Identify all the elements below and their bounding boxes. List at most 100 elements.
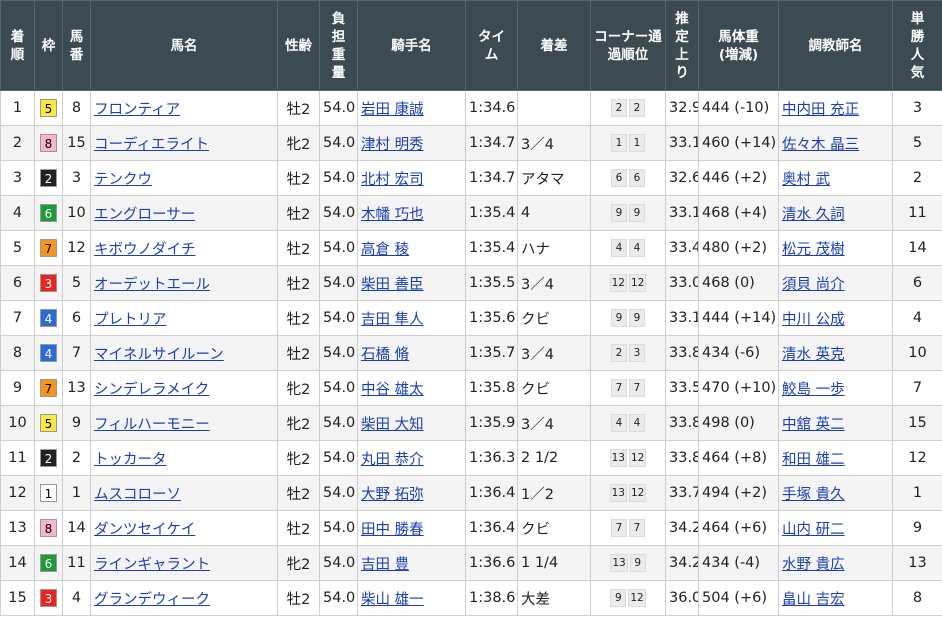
trainer-link[interactable]: 須貝 尚介 xyxy=(782,277,845,293)
corner-position-2: 12 xyxy=(629,449,647,467)
horse-number-cell: 15 xyxy=(62,125,91,161)
header-horse: 馬名 xyxy=(90,0,278,91)
body-weight-cell: 446 (+2) xyxy=(698,160,779,196)
horse-name-link[interactable]: コーディエライト xyxy=(94,137,209,153)
margin-cell: 大差 xyxy=(517,580,591,616)
jockey-link[interactable]: 大野 拓弥 xyxy=(361,487,424,503)
horse-name-link[interactable]: エングローサー xyxy=(94,207,195,223)
jockey-link[interactable]: 田中 勝春 xyxy=(361,522,424,538)
horse-name-cell: シンデレラメイク xyxy=(90,370,278,406)
waku-cell: 4 xyxy=(34,300,63,336)
trainer-link[interactable]: 水野 貴広 xyxy=(782,557,845,573)
horse-name-link[interactable]: オーデットエール xyxy=(94,277,210,293)
popularity-cell: 14 xyxy=(892,230,942,266)
horse-number-cell: 5 xyxy=(62,265,91,301)
trainer-link[interactable]: 清水 久詞 xyxy=(782,207,845,223)
body-weight-cell: 464 (+6) xyxy=(698,510,779,546)
jockey-cell: 石橋 脩 xyxy=(357,335,466,371)
jockey-link[interactable]: 岩田 康誠 xyxy=(361,102,424,118)
horse-name-link[interactable]: ムスコローソ xyxy=(94,487,181,503)
horse-name-link[interactable]: ダンツセイケイ xyxy=(94,522,195,538)
last3f-cell: 33.5 xyxy=(665,370,699,406)
time-cell: 1:34.7 xyxy=(465,125,518,161)
corner-position-2: 12 xyxy=(629,484,647,502)
last3f-cell: 34.2 xyxy=(665,510,699,546)
horse-name-link[interactable]: フィルハーモニー xyxy=(94,417,210,433)
jockey-link[interactable]: 津村 明秀 xyxy=(361,137,424,153)
horse-name-cell: エングローサー xyxy=(90,195,278,231)
body-weight-cell: 468 (0) xyxy=(698,265,779,301)
sex-age-cell: 牝2 xyxy=(277,545,320,581)
jockey-cell: 柴田 大知 xyxy=(357,405,466,441)
table-row: 9 7 13 シンデレラメイク 牝2 54.0 中谷 雄太 1:35.8 クビ 7 7 33.5 470… xyxy=(0,370,942,406)
time-cell: 1:36.3 xyxy=(465,440,518,476)
trainer-link[interactable]: 清水 英克 xyxy=(782,347,845,363)
jockey-link[interactable]: 柴田 大知 xyxy=(361,417,424,433)
corner-cell: 44 xyxy=(590,405,666,441)
margin-cell: 2 1/2 xyxy=(517,440,591,476)
waku-badge: 4 xyxy=(40,344,57,362)
popularity-cell: 11 xyxy=(892,195,942,231)
corner-position-1: 6 xyxy=(611,169,627,187)
sex-age-cell: 牝2 xyxy=(277,440,320,476)
jockey-link[interactable]: 柴山 雄一 xyxy=(361,592,424,608)
corner-position-2: 9 xyxy=(629,204,645,222)
trainer-cell: 山内 研二 xyxy=(778,510,893,546)
trainer-link[interactable]: 鮫島 一歩 xyxy=(782,382,845,398)
trainer-link[interactable]: 中内田 充正 xyxy=(782,102,859,118)
horse-name-link[interactable]: シンデレラメイク xyxy=(94,382,209,398)
horse-name-cell: ムスコローソ xyxy=(90,475,278,511)
corner-position-1: 13 xyxy=(609,484,627,502)
trainer-link[interactable]: 和田 雄二 xyxy=(782,452,845,468)
horse-name-link[interactable]: ラインギャラント xyxy=(94,557,210,573)
horse-name-link[interactable]: フロンティア xyxy=(94,102,180,118)
horse-name-link[interactable]: キボウノダイチ xyxy=(94,242,196,258)
trainer-link[interactable]: 山内 研二 xyxy=(782,522,845,538)
header-row: 着順 枠 馬番 馬名 性齢 負担重量 騎手名 タイム 着差 コーナー通過順位 推… xyxy=(0,0,942,91)
horse-name-link[interactable]: プレトリア xyxy=(94,312,167,328)
jockey-cell: 田中 勝春 xyxy=(357,510,466,546)
horse-name-link[interactable]: トッカータ xyxy=(94,452,167,468)
jockey-link[interactable]: 中谷 雄太 xyxy=(361,382,424,398)
corner-position-2: 4 xyxy=(629,239,645,257)
trainer-link[interactable]: 中川 公成 xyxy=(782,312,845,328)
trainer-link[interactable]: 畠山 吉宏 xyxy=(782,592,845,608)
jockey-link[interactable]: 北村 宏司 xyxy=(361,172,424,188)
trainer-link[interactable]: 手塚 貴久 xyxy=(782,487,845,503)
trainer-link[interactable]: 松元 茂樹 xyxy=(782,242,845,258)
sex-age-cell: 牡2 xyxy=(277,580,320,616)
corner-cell: 77 xyxy=(590,370,666,406)
margin-cell: 3／4 xyxy=(517,125,591,161)
body-weight-cell: 468 (+4) xyxy=(698,195,779,231)
horse-name-cell: ラインギャラント xyxy=(90,545,278,581)
jockey-link[interactable]: 柴田 善臣 xyxy=(361,277,424,293)
rank-cell: 14 xyxy=(0,545,35,581)
waku-cell: 5 xyxy=(34,90,63,126)
horse-name-link[interactable]: テンクウ xyxy=(94,172,152,188)
sex-age-cell: 牡2 xyxy=(277,510,320,546)
waku-badge: 5 xyxy=(40,99,57,117)
jockey-link[interactable]: 吉田 隼人 xyxy=(361,312,424,328)
horse-name-link[interactable]: グランデウィーク xyxy=(94,592,210,608)
table-row: 5 7 12 キボウノダイチ 牡2 54.0 高倉 稜 1:35.4 ハナ 4 4 33.4 480 (… xyxy=(0,230,942,266)
trainer-cell: 松元 茂樹 xyxy=(778,230,893,266)
table-row: 6 3 5 オーデットエール 牡2 54.0 柴田 善臣 1:35.5 3／4 12 12 33.0 4… xyxy=(0,265,942,301)
horse-number-cell: 3 xyxy=(62,160,91,196)
jockey-link[interactable]: 石橋 脩 xyxy=(361,347,409,363)
jockey-link[interactable]: 吉田 豊 xyxy=(361,557,409,573)
jockey-link[interactable]: 木幡 巧也 xyxy=(361,207,424,223)
waku-badge: 8 xyxy=(40,519,57,537)
popularity-cell: 1 xyxy=(892,475,942,511)
trainer-link[interactable]: 奥村 武 xyxy=(782,172,830,188)
table-row: 12 1 1 ムスコローソ 牡2 54.0 大野 拓弥 1:36.4 1／2 13 12 33.7 49… xyxy=(0,475,942,511)
header-trainer: 調教師名 xyxy=(778,0,893,91)
corner-position-2: 9 xyxy=(629,554,646,572)
horse-name-cell: キボウノダイチ xyxy=(90,230,278,266)
jockey-link[interactable]: 丸田 恭介 xyxy=(361,452,424,468)
trainer-link[interactable]: 佐々木 晶三 xyxy=(782,137,859,153)
trainer-link[interactable]: 中舘 英二 xyxy=(782,417,845,433)
corner-cell: 77 xyxy=(590,510,666,546)
popularity-cell: 4 xyxy=(892,300,942,336)
jockey-link[interactable]: 高倉 稜 xyxy=(361,242,409,258)
horse-name-link[interactable]: マイネルサイルーン xyxy=(94,347,224,363)
